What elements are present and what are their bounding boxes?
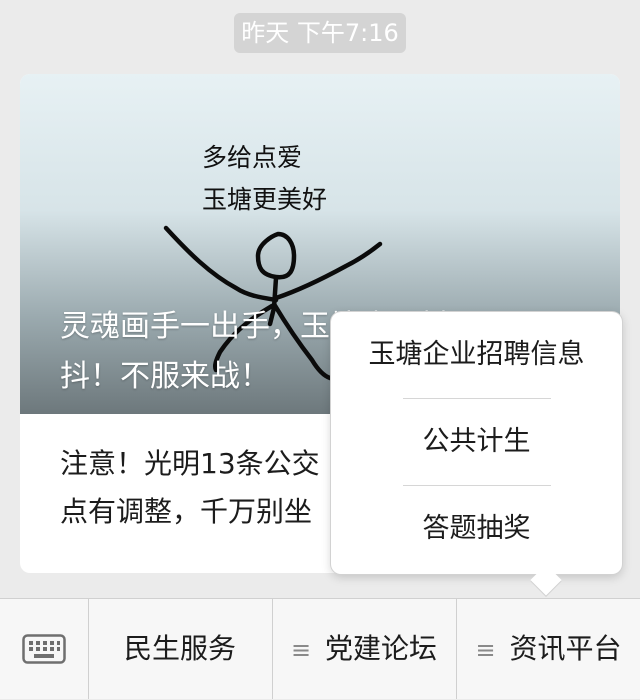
menu-tab-label: 资讯平台 (509, 632, 622, 665)
drawing-text-line2: 玉塘更美好 (202, 185, 327, 214)
menu-tab-party-forum[interactable]: ≡ 党建论坛 (273, 599, 455, 699)
keyboard-icon (22, 634, 66, 664)
chat-timestamp: 昨天 下午7:16 (234, 13, 406, 53)
drawing-text-line1: 多给点爱 (202, 143, 302, 172)
submenu-item-recruitment[interactable]: 玉塘企业招聘信息 (331, 312, 622, 398)
submenu-popup: 玉塘企业招聘信息 公共计生 答题抽奖 (331, 312, 622, 574)
official-account-menu-bar: 民生服务 ≡ 党建论坛 ≡ 资讯平台 (0, 598, 640, 699)
menu-tab-label: 党建论坛 (325, 632, 438, 665)
menu-tab-label: 民生服务 (123, 632, 236, 665)
menu-tab-livelihood-services[interactable]: 民生服务 (89, 599, 271, 699)
menu-icon: ≡ (475, 636, 496, 664)
submenu-item-quiz-lottery[interactable]: 答题抽奖 (331, 486, 622, 572)
keyboard-toggle-button[interactable] (0, 599, 88, 699)
submenu-item-family-planning[interactable]: 公共计生 (331, 399, 622, 485)
menu-tab-news-platform[interactable]: ≡ 资讯平台 (457, 599, 640, 699)
menu-icon: ≡ (290, 636, 312, 664)
